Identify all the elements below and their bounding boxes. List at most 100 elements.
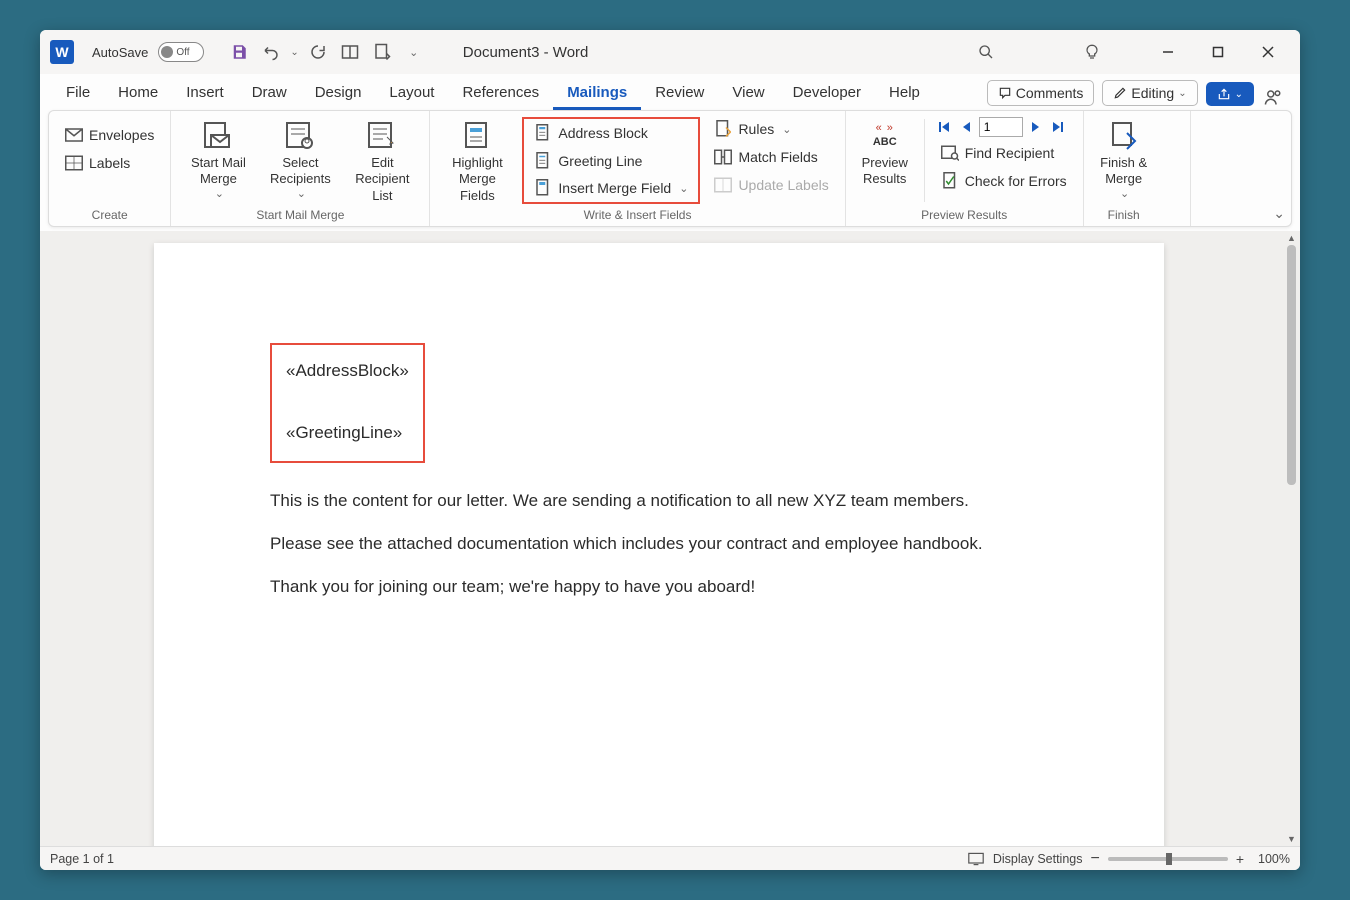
record-number-input[interactable] [979, 117, 1023, 137]
page[interactable]: «AddressBlock» «GreetingLine» This is th… [154, 243, 1164, 846]
undo-dropdown[interactable]: ⌄ [290, 47, 298, 58]
lightbulb-button[interactable] [1070, 37, 1114, 67]
zoom-in-button[interactable]: + [1236, 851, 1244, 867]
group-finish-label: Finish [1094, 204, 1154, 224]
qat-button-1[interactable] [337, 39, 363, 65]
next-record-button[interactable] [1027, 118, 1045, 136]
zoom-thumb[interactable] [1166, 853, 1172, 865]
body-line-2[interactable]: Please see the attached documentation wh… [270, 530, 1048, 557]
close-button[interactable] [1246, 37, 1290, 67]
greeting-line-icon [534, 152, 552, 170]
start-mail-merge-label: Start Mail Merge [191, 155, 246, 188]
word-window: W AutoSave Off ⌄ ⌄ Document3 - Word [40, 30, 1300, 870]
edit-list-icon [365, 119, 399, 153]
greeting-line-field[interactable]: «GreetingLine» [286, 423, 409, 443]
zoom-out-button[interactable]: − [1090, 850, 1099, 868]
collapse-ribbon-button[interactable]: ⌄ [1273, 205, 1285, 222]
tab-help[interactable]: Help [875, 78, 934, 110]
group-preview-label: Preview Results [856, 204, 1073, 224]
insert-merge-field-button[interactable]: Insert Merge Field [528, 176, 694, 200]
share-button[interactable]: ⌄ [1206, 82, 1254, 106]
autosave-label: AutoSave [92, 45, 148, 60]
insert-field-icon [534, 179, 552, 197]
qat-button-2[interactable] [369, 39, 395, 65]
tab-draw[interactable]: Draw [238, 78, 301, 110]
autosave-toggle[interactable]: Off [158, 42, 204, 62]
start-mail-merge-button[interactable]: Start Mail Merge [181, 117, 255, 201]
body-line-1[interactable]: This is the content for our letter. We a… [270, 487, 1048, 514]
greeting-line-button[interactable]: Greeting Line [528, 149, 694, 173]
address-block-field[interactable]: «AddressBlock» [286, 361, 409, 381]
finish-merge-label: Finish & Merge [1100, 155, 1147, 188]
tab-layout[interactable]: Layout [375, 78, 448, 110]
tab-design[interactable]: Design [301, 78, 376, 110]
editing-mode-button[interactable]: Editing ⌄ [1102, 80, 1197, 106]
rules-icon [714, 120, 732, 138]
vertical-scrollbar[interactable]: ▲ ▼ [1285, 231, 1298, 846]
rules-button[interactable]: Rules [708, 117, 834, 141]
zoom-level[interactable]: 100% [1258, 852, 1290, 866]
update-labels-button: Update Labels [708, 173, 834, 197]
highlight-icon [460, 119, 494, 153]
minimize-button[interactable] [1146, 37, 1190, 67]
preview-results-label: Preview Results [862, 155, 908, 188]
status-bar: Page 1 of 1 Display Settings − + 100% [40, 846, 1300, 870]
match-fields-icon [714, 148, 732, 166]
zoom-slider[interactable] [1108, 857, 1228, 861]
autosave-state: Off [176, 47, 189, 58]
page-indicator[interactable]: Page 1 of 1 [50, 852, 114, 866]
match-fields-button[interactable]: Match Fields [708, 145, 834, 169]
scroll-up-icon[interactable]: ▲ [1285, 233, 1298, 243]
tab-references[interactable]: References [448, 78, 553, 110]
tab-file[interactable]: File [52, 78, 104, 110]
finish-merge-button[interactable]: Finish & Merge [1094, 117, 1154, 201]
labels-button[interactable]: Labels [59, 151, 160, 175]
toggle-knob-icon [161, 46, 173, 58]
rules-label: Rules [738, 121, 774, 137]
qat-customize-button[interactable]: ⌄ [401, 39, 427, 65]
tab-home[interactable]: Home [104, 78, 172, 110]
highlight-label: Highlight Merge Fields [440, 155, 514, 204]
select-recipients-button[interactable]: Select Recipients [263, 117, 337, 201]
document-area: «AddressBlock» «GreetingLine» This is th… [40, 231, 1300, 846]
edit-recipient-list-label: Edit Recipient List [345, 155, 419, 204]
comments-button[interactable]: Comments [987, 80, 1095, 106]
tab-view[interactable]: View [718, 78, 778, 110]
display-settings-button[interactable]: Display Settings [993, 852, 1083, 866]
first-record-button[interactable] [935, 118, 953, 136]
labels-icon [65, 154, 83, 172]
select-recipients-label: Select Recipients [270, 155, 331, 188]
group-create: Envelopes Labels Create [49, 111, 171, 226]
editing-label: Editing [1131, 85, 1174, 101]
update-labels-label: Update Labels [738, 177, 828, 193]
edit-recipient-list-button[interactable]: Edit Recipient List [345, 117, 419, 204]
body-line-3[interactable]: Thank you for joining our team; we're ha… [270, 573, 1048, 600]
save-button[interactable] [226, 39, 252, 65]
tab-mailings[interactable]: Mailings [553, 78, 641, 110]
check-errors-button[interactable]: Check for Errors [935, 169, 1073, 193]
preview-results-button[interactable]: « »ABC Preview Results [856, 117, 914, 188]
find-recipient-button[interactable]: Find Recipient [935, 141, 1073, 165]
search-button[interactable] [964, 37, 1008, 67]
account-button[interactable] [1258, 88, 1288, 106]
merge-fields-highlight: «AddressBlock» «GreetingLine» [270, 343, 425, 463]
group-create-label: Create [59, 204, 160, 224]
prev-record-button[interactable] [957, 118, 975, 136]
undo-button[interactable] [258, 39, 284, 65]
ribbon: Envelopes Labels Create Start Mail Merge [48, 110, 1292, 227]
scroll-down-icon[interactable]: ▼ [1285, 834, 1298, 844]
tab-developer[interactable]: Developer [779, 78, 875, 110]
address-block-button[interactable]: Address Block [528, 121, 694, 145]
find-recipient-icon [941, 144, 959, 162]
tab-review[interactable]: Review [641, 78, 718, 110]
envelopes-button[interactable]: Envelopes [59, 123, 160, 147]
last-record-button[interactable] [1049, 118, 1067, 136]
group-write-label: Write & Insert Fields [440, 204, 834, 224]
maximize-button[interactable] [1196, 37, 1240, 67]
highlight-merge-fields-button[interactable]: Highlight Merge Fields [440, 117, 514, 204]
group-write-insert: Highlight Merge Fields Address Block Gre… [430, 111, 845, 226]
scroll-thumb[interactable] [1287, 245, 1296, 485]
redo-button[interactable] [305, 39, 331, 65]
tab-insert[interactable]: Insert [172, 78, 238, 110]
find-recipient-label: Find Recipient [965, 145, 1055, 161]
